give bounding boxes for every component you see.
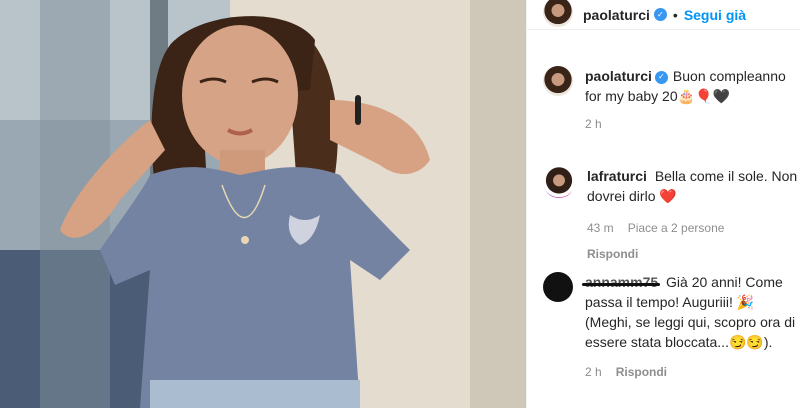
comment-likes[interactable]: Piace a 2 persone: [628, 218, 725, 238]
caption-time[interactable]: 2 h: [585, 114, 602, 134]
post-header: paolaturci ✓ • Segui già: [527, 0, 800, 30]
comment-time[interactable]: 43 m: [587, 218, 614, 238]
caption-username[interactable]: paolaturci: [585, 68, 652, 84]
comment-item: annamm75 Già 20 anni! Come passa il temp…: [543, 272, 800, 382]
comment-username-text: annamm75: [585, 274, 659, 290]
post-photo[interactable]: [0, 0, 526, 408]
comment-item: lafraturci Bella come il sole. Non dovre…: [543, 166, 800, 264]
verified-check-icon: ✓: [654, 70, 668, 84]
caption-avatar[interactable]: [543, 66, 573, 96]
comment-username[interactable]: annamm75: [582, 274, 661, 290]
reply-button[interactable]: Rispondi: [587, 244, 800, 264]
redaction-scribble: [582, 283, 661, 286]
comment-time[interactable]: 2 h: [585, 362, 602, 382]
commenter-avatar[interactable]: [543, 166, 575, 198]
header-username[interactable]: paolaturci: [583, 7, 650, 23]
commenter-avatar[interactable]: [543, 272, 573, 302]
post-side-panel: paolaturci ✓ • Segui già paolaturci ✓ Buon…: [526, 0, 800, 408]
author-avatar[interactable]: [543, 0, 573, 27]
comment-username[interactable]: lafraturci: [587, 168, 647, 184]
header-separator: •: [672, 6, 678, 23]
reply-button[interactable]: Rispondi: [616, 362, 667, 382]
post-image: [0, 0, 526, 408]
verified-check-icon: ✓: [653, 8, 667, 21]
follow-button[interactable]: Segui già: [684, 7, 746, 23]
caption: paolaturci ✓ Buon compleanno for my baby 2…: [543, 66, 800, 134]
